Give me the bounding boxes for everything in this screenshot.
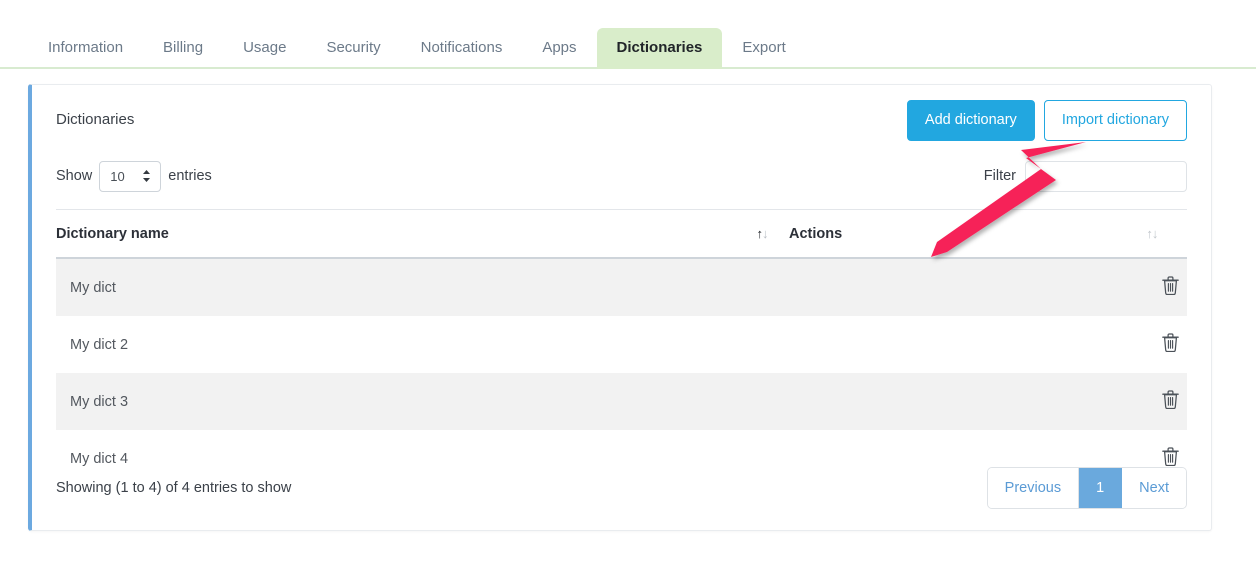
card-inner: Dictionaries Add dictionary Import dicti… — [32, 85, 1211, 530]
sort-ascending-icon: ↑↓ — [757, 226, 768, 241]
sort-toggle-actions[interactable]: ↑↓ — [1146, 210, 1187, 259]
header-actions: Add dictionary Import dictionary — [907, 100, 1187, 141]
show-label: Show — [56, 168, 92, 184]
tab-dictionaries[interactable]: Dictionaries — [597, 28, 723, 69]
sort-toggle-dictionary-name[interactable]: ↑↓ — [757, 210, 789, 259]
tab-bar: InformationBillingUsageSecurityNotificat… — [0, 0, 1256, 69]
table-controls: Show 10 entries Filter — [56, 159, 1187, 193]
pagination-page-1[interactable]: 1 — [1079, 468, 1122, 508]
cell-dictionary-name: My dict 2 — [56, 316, 789, 373]
filter-input[interactable] — [1025, 161, 1187, 192]
tab-information[interactable]: Information — [28, 28, 143, 69]
table-header-row: Dictionary name ↑↓ Actions ↑↓ — [56, 210, 1187, 259]
tab-export[interactable]: Export — [722, 28, 805, 69]
delete-dictionary-button[interactable] — [1146, 373, 1187, 430]
table-head: Dictionary name ↑↓ Actions ↑↓ — [56, 210, 1187, 259]
table-footer: Showing (1 to 4) of 4 entries to show Pr… — [56, 468, 1187, 508]
delete-dictionary-button[interactable] — [1146, 258, 1187, 316]
column-header-actions[interactable]: Actions — [789, 210, 1146, 259]
filter-label: Filter — [984, 168, 1016, 184]
cell-actions — [789, 373, 1146, 430]
column-header-dictionary-name[interactable]: Dictionary name — [56, 210, 757, 259]
pagination: Previous 1 Next — [987, 467, 1187, 509]
showing-entries-text: Showing (1 to 4) of 4 entries to show — [56, 480, 291, 496]
import-dictionary-button[interactable]: Import dictionary — [1044, 100, 1187, 141]
chevron-updown-icon — [142, 169, 151, 183]
tab-notifications[interactable]: Notifications — [401, 28, 523, 69]
cell-actions — [789, 316, 1146, 373]
page-title: Dictionaries — [56, 111, 134, 129]
tab-billing[interactable]: Billing — [143, 28, 223, 69]
delete-dictionary-button[interactable] — [1146, 316, 1187, 373]
card-header: Dictionaries Add dictionary Import dicti… — [56, 99, 1187, 141]
cell-dictionary-name: My dict 3 — [56, 373, 789, 430]
trash-icon[interactable] — [1162, 276, 1179, 299]
add-dictionary-button[interactable]: Add dictionary — [907, 100, 1035, 141]
dictionaries-card: Dictionaries Add dictionary Import dicti… — [28, 84, 1212, 531]
trash-icon[interactable] — [1162, 390, 1179, 413]
table-body: My dictMy dict 2My dict 3My dict 4 — [56, 258, 1187, 487]
table-row[interactable]: My dict — [56, 258, 1187, 316]
table-row[interactable]: My dict 2 — [56, 316, 1187, 373]
entries-label: entries — [168, 168, 212, 184]
filter-group: Filter — [984, 161, 1187, 192]
pagination-previous[interactable]: Previous — [988, 468, 1079, 508]
tab-security[interactable]: Security — [306, 28, 400, 69]
sort-icon: ↑↓ — [1146, 226, 1157, 241]
pagination-next[interactable]: Next — [1122, 468, 1186, 508]
table-row[interactable]: My dict 3 — [56, 373, 1187, 430]
cell-dictionary-name: My dict — [56, 258, 789, 316]
tab-usage[interactable]: Usage — [223, 28, 306, 69]
page-size-select[interactable]: 10 — [99, 161, 161, 192]
dictionaries-table: Dictionary name ↑↓ Actions ↑↓ My dictMy … — [56, 209, 1187, 487]
page-size-value: 10 — [110, 169, 124, 184]
trash-icon[interactable] — [1162, 333, 1179, 356]
cell-actions — [789, 258, 1146, 316]
tab-apps[interactable]: Apps — [522, 28, 596, 69]
page-root: InformationBillingUsageSecurityNotificat… — [0, 0, 1256, 568]
show-entries-group: Show 10 entries — [56, 161, 212, 192]
